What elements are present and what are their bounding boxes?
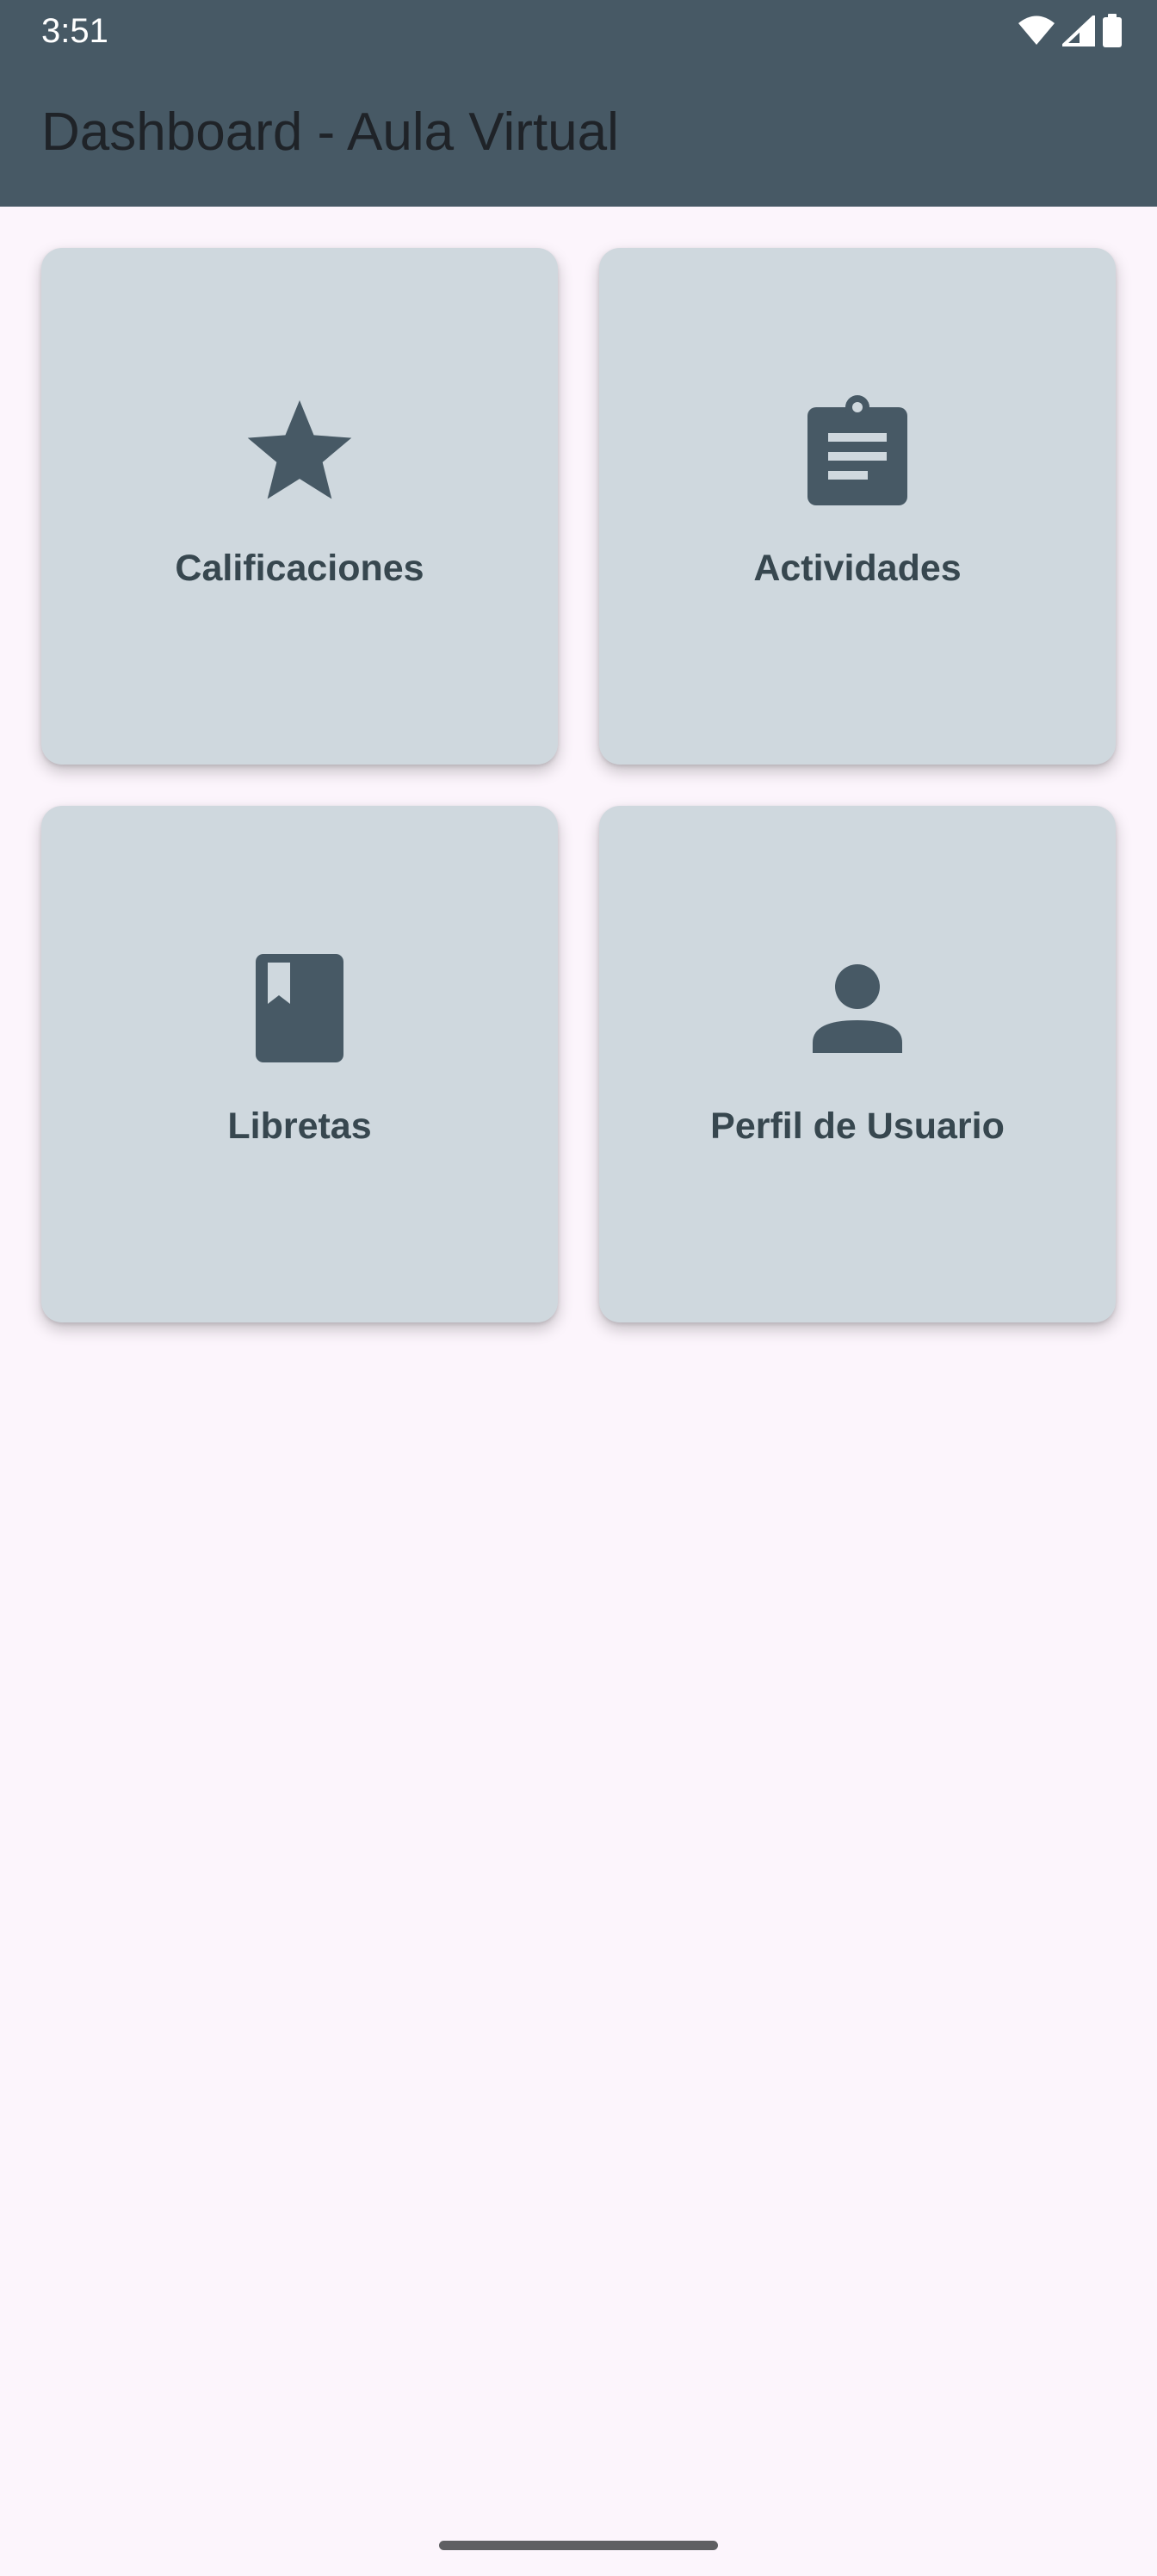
home-indicator[interactable] xyxy=(439,2541,718,2550)
card-label: Libretas xyxy=(227,1105,372,1147)
person-icon xyxy=(801,952,913,1064)
dashboard-grid: Calificaciones Actividades Libretas Perf… xyxy=(41,248,1116,1322)
page-title: Dashboard - Aula Virtual xyxy=(41,102,619,162)
perfil-usuario-card[interactable]: Perfil de Usuario xyxy=(599,806,1116,1322)
signal-icon xyxy=(1062,15,1095,46)
battery-icon xyxy=(1102,14,1123,48)
status-time: 3:51 xyxy=(41,12,108,50)
app-bar: 3:51 Dashboard - Aula Virtual xyxy=(0,0,1157,207)
card-label: Calificaciones xyxy=(175,548,424,589)
calificaciones-card[interactable]: Calificaciones xyxy=(41,248,558,765)
card-label: Perfil de Usuario xyxy=(710,1105,1005,1147)
card-label: Actividades xyxy=(753,548,962,589)
libretas-card[interactable]: Libretas xyxy=(41,806,558,1322)
status-icons xyxy=(1018,12,1123,50)
star-icon xyxy=(244,394,356,506)
clipboard-icon xyxy=(801,394,913,506)
actividades-card[interactable]: Actividades xyxy=(599,248,1116,765)
wifi-icon xyxy=(1018,15,1055,46)
book-icon xyxy=(244,952,356,1064)
